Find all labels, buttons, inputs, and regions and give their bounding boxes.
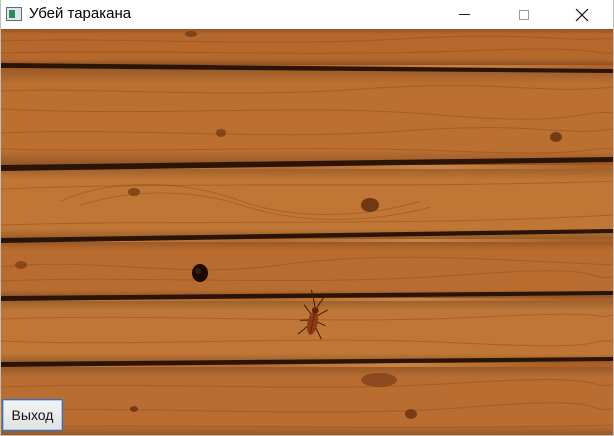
maximize-button[interactable] xyxy=(501,0,547,29)
plank xyxy=(1,301,613,363)
minimize-button[interactable] xyxy=(441,0,487,29)
wooden-wall-background xyxy=(1,29,613,435)
maximize-icon xyxy=(519,9,529,20)
plank xyxy=(1,29,613,65)
app-window-icon xyxy=(6,7,22,21)
title-bar[interactable]: Убей таракана xyxy=(1,0,613,29)
close-icon xyxy=(575,8,589,21)
plank xyxy=(1,69,613,165)
game-area[interactable]: Выход xyxy=(1,29,613,435)
window-title: Убей таракана xyxy=(29,5,132,22)
app-window: Убей таракана Выход xyxy=(0,0,614,436)
plank xyxy=(1,242,613,298)
exit-button[interactable]: Выход xyxy=(2,399,63,431)
minimize-icon xyxy=(458,14,470,15)
plank xyxy=(1,169,613,239)
close-button[interactable] xyxy=(559,0,605,29)
nail-hole xyxy=(192,264,208,282)
